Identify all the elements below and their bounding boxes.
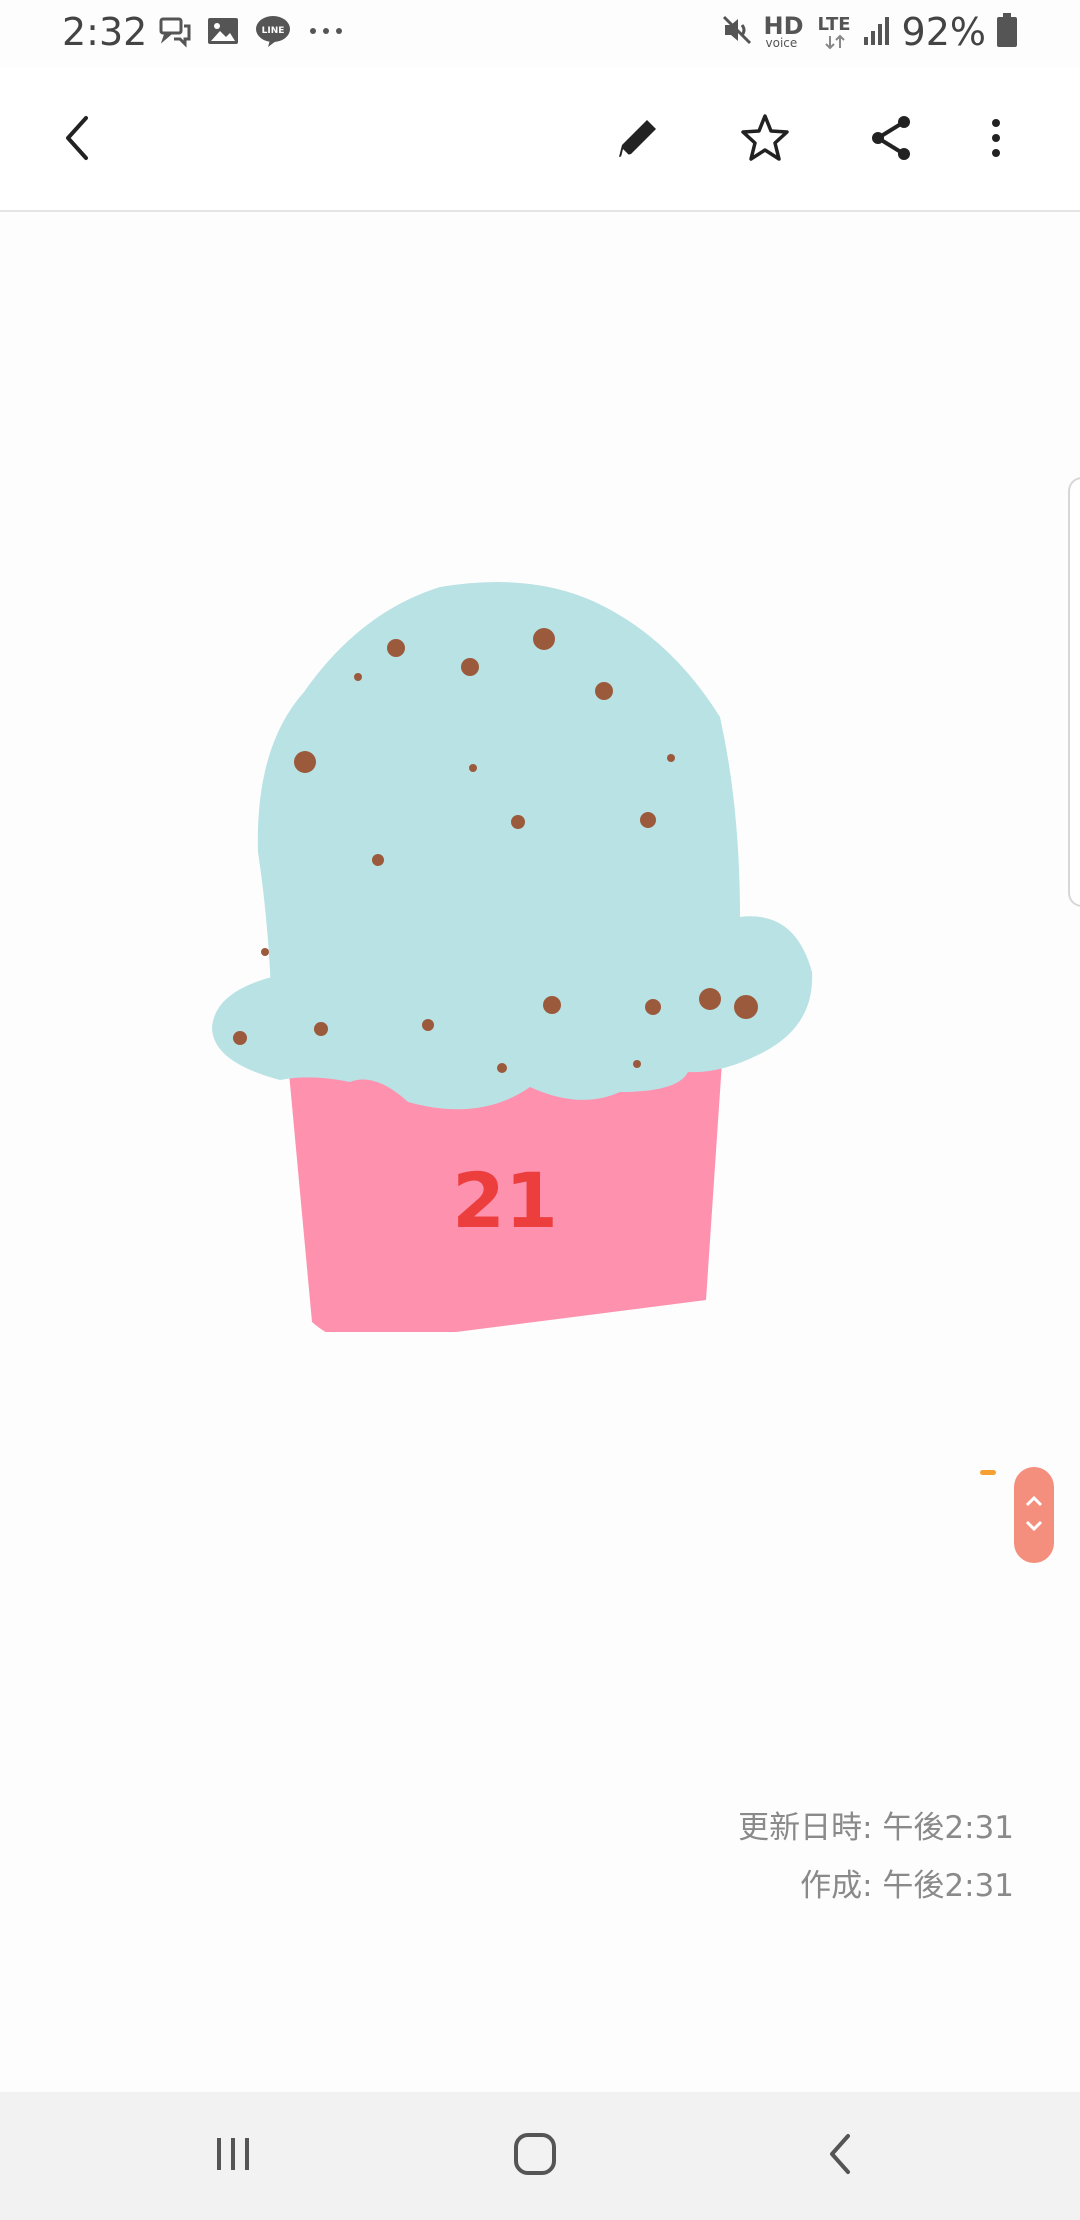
side-panel-handle[interactable] [1068,477,1080,907]
more-dots-icon [306,14,346,52]
pencil-icon [613,113,663,167]
status-indicators: HD voice LTE 92% [720,10,1018,54]
favorite-button[interactable] [733,108,797,172]
recents-icon [211,2132,255,2180]
back-button[interactable] [46,108,110,172]
line-app-icon: LINE [254,14,292,52]
chevron-up-icon[interactable] [1024,1493,1044,1512]
status-time: 2:32 [62,10,148,54]
mute-icon [720,13,754,51]
updated-timestamp: 更新日時: 午後2:31 [738,1810,1014,1846]
hd-voice-indicator: HD voice [763,12,804,50]
cupcake-number: 21 [452,1156,558,1245]
svg-text:LINE: LINE [262,26,285,36]
notification-icons: LINE [158,14,346,52]
status-bar: 2:32 LINE HD voice LTE 92% [0,0,1080,68]
chevron-down-icon[interactable] [1024,1518,1044,1537]
share-icon [867,113,917,167]
recents-button[interactable] [203,2126,263,2186]
more-options-button[interactable] [964,108,1028,172]
signal-icon [862,13,892,51]
system-navigation-bar [0,2092,1080,2220]
star-icon [739,112,791,168]
page-scroller[interactable] [1014,1467,1054,1563]
stray-ink-mark [980,1470,996,1475]
more-vertical-icon [986,113,1006,167]
home-icon [511,2130,559,2182]
note-canvas[interactable]: 21 更新日時: 午後2:31 作成: 午後2:31 [0,212,1080,2220]
back-nav-button[interactable] [810,2126,870,2186]
edit-button[interactable] [606,108,670,172]
cupcake-drawing: 21 [212,582,813,1332]
chat-bubbles-icon [158,14,192,52]
gallery-icon [206,14,240,52]
lte-indicator: LTE [818,12,852,52]
note-toolbar [0,68,1080,212]
back-arrow-icon [58,112,98,168]
share-button[interactable] [860,108,924,172]
created-timestamp: 作成: 午後2:31 [800,1868,1014,1904]
battery-icon [996,12,1018,52]
home-button[interactable] [505,2126,565,2186]
battery-percent: 92% [901,10,986,54]
back-icon [820,2130,860,2182]
